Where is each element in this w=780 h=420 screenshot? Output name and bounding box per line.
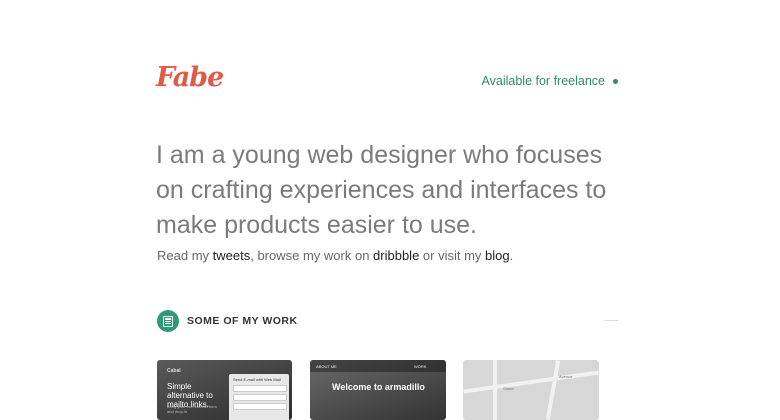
- map-label: Street: [503, 386, 514, 391]
- read-my-text: Read my: [157, 248, 213, 263]
- form-title: Send E-mail with Web Mail: [233, 377, 281, 382]
- section-divider: [604, 320, 618, 321]
- blog-link[interactable]: blog: [485, 248, 510, 263]
- logo[interactable]: Fabe: [156, 62, 224, 93]
- availability-status: Available for freelance: [482, 74, 618, 88]
- intro-links: Read my tweets, browse my work on dribbb…: [157, 248, 513, 263]
- card-nav-left: ABOUT ME: [316, 364, 337, 369]
- availability-label: Available for freelance: [481, 74, 605, 88]
- form-field: [233, 403, 287, 410]
- tweets-link[interactable]: tweets: [213, 248, 251, 263]
- card-nav-right: WORK: [414, 364, 427, 369]
- intro-headline: I am a young web designer who focuses on…: [156, 141, 607, 239]
- map-road: [493, 360, 497, 420]
- card-subtext: Bring your own contact form and drop-in: [167, 404, 217, 414]
- portfolio-icon: [157, 310, 179, 332]
- period-text: .: [509, 248, 514, 263]
- browse-text: , browse my work on: [250, 248, 374, 263]
- map-road: [545, 360, 561, 420]
- dribbble-link[interactable]: dribbble: [373, 248, 419, 263]
- card-title: Welcome to armadillo: [332, 382, 425, 392]
- work-card-map[interactable]: Street Avenue: [463, 360, 599, 420]
- map-road: [463, 370, 599, 394]
- map-label: Avenue: [559, 374, 573, 379]
- status-dot-icon: [613, 78, 618, 84]
- work-section-header: SOME OF MY WORK: [157, 310, 298, 332]
- form-field: [233, 385, 287, 392]
- form-field: [233, 394, 287, 401]
- card-brand: Cabal: [167, 368, 181, 374]
- work-card-armadillo[interactable]: ABOUT ME WORK Welcome to armadillo: [310, 360, 446, 420]
- visit-text: or visit my: [419, 248, 486, 263]
- work-card-cabal[interactable]: Cabal Simple alternative to mailto links…: [157, 360, 292, 420]
- card-nav: ABOUT ME WORK: [310, 360, 446, 372]
- section-title: SOME OF MY WORK: [187, 315, 298, 327]
- card-form-preview: Send E-mail with Web Mail: [229, 374, 289, 420]
